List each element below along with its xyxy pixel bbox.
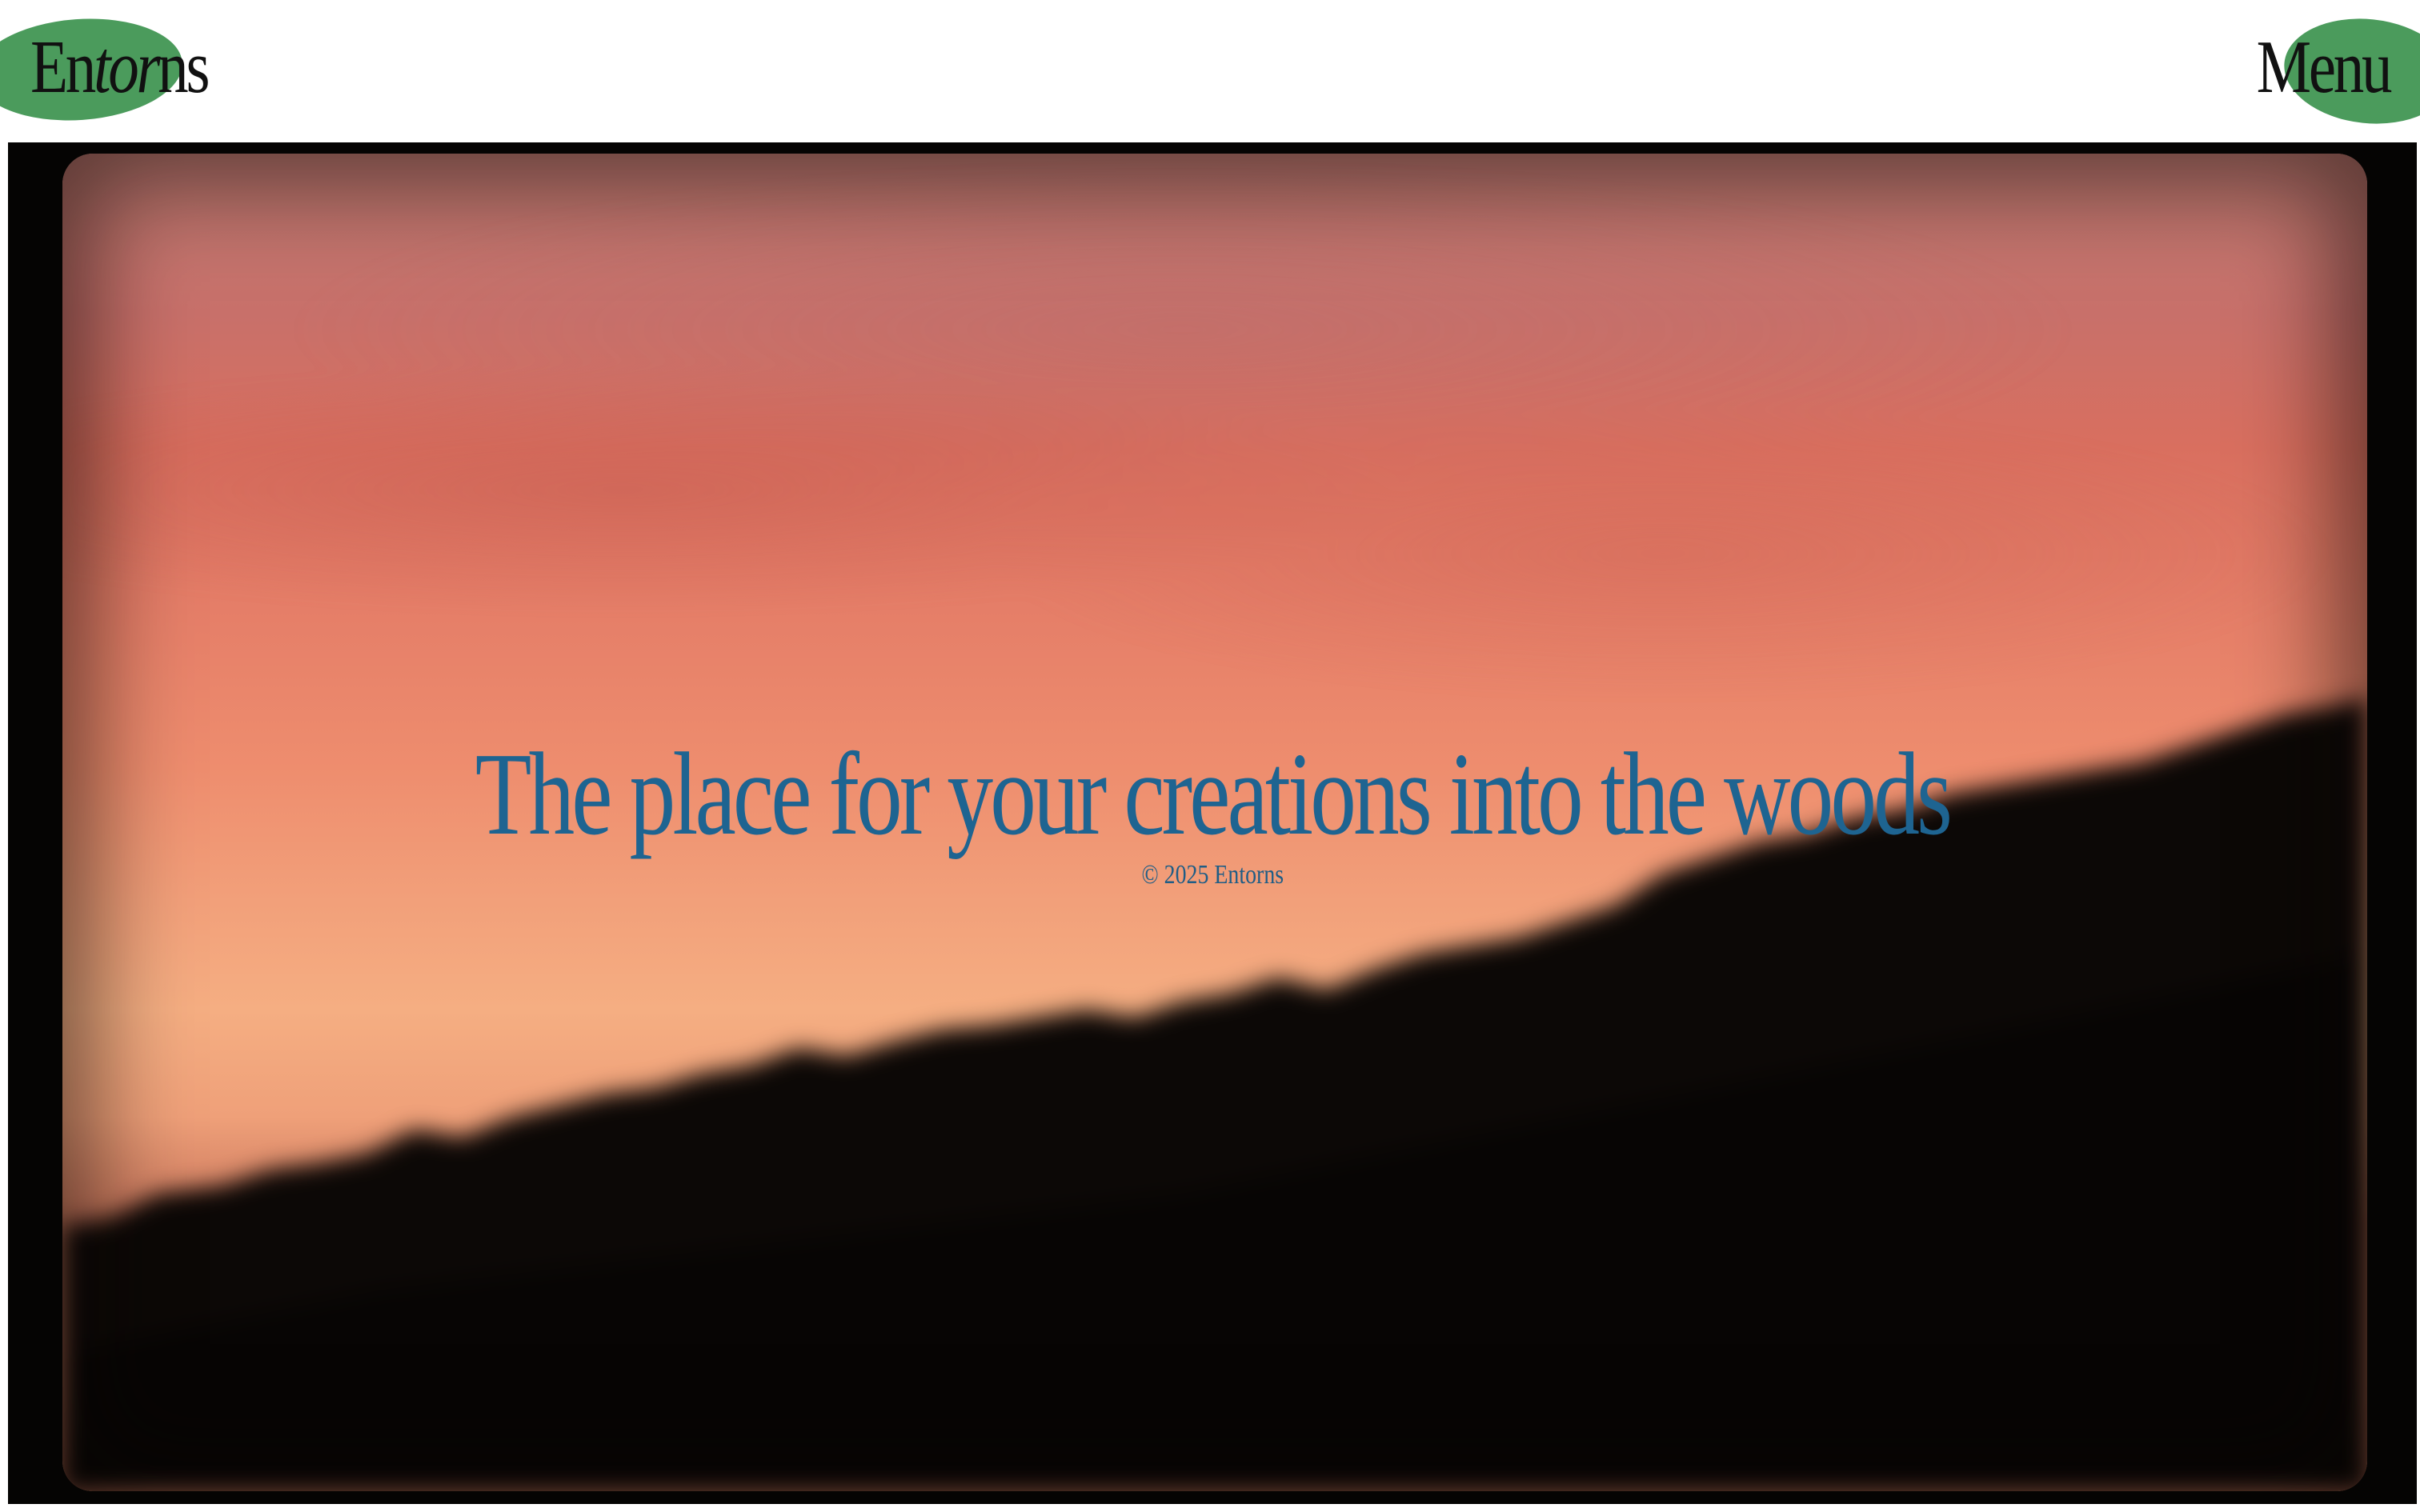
site-header: Entorns Menu <box>0 0 2420 142</box>
logo-part-3: ns <box>158 26 210 109</box>
menu-button[interactable]: Menu <box>2188 10 2420 132</box>
logo-link[interactable]: Entorns <box>0 12 240 127</box>
hero-headline: The place for your creations into the wo… <box>8 726 2417 862</box>
menu-label: Menu <box>2256 26 2392 109</box>
hero-headline-text: The place for your creations into the wo… <box>475 729 1953 860</box>
hero-video-section: The place for your creations into the wo… <box>8 142 2417 1504</box>
logo-part-1: En <box>30 26 96 109</box>
logo-wordmark: Entorns <box>30 19 210 115</box>
logo-part-2-italic: tor <box>94 26 160 109</box>
copyright-notice: © 2025 Entorns <box>8 858 2417 893</box>
copyright-text: © 2025 Entorns <box>1141 860 1284 890</box>
